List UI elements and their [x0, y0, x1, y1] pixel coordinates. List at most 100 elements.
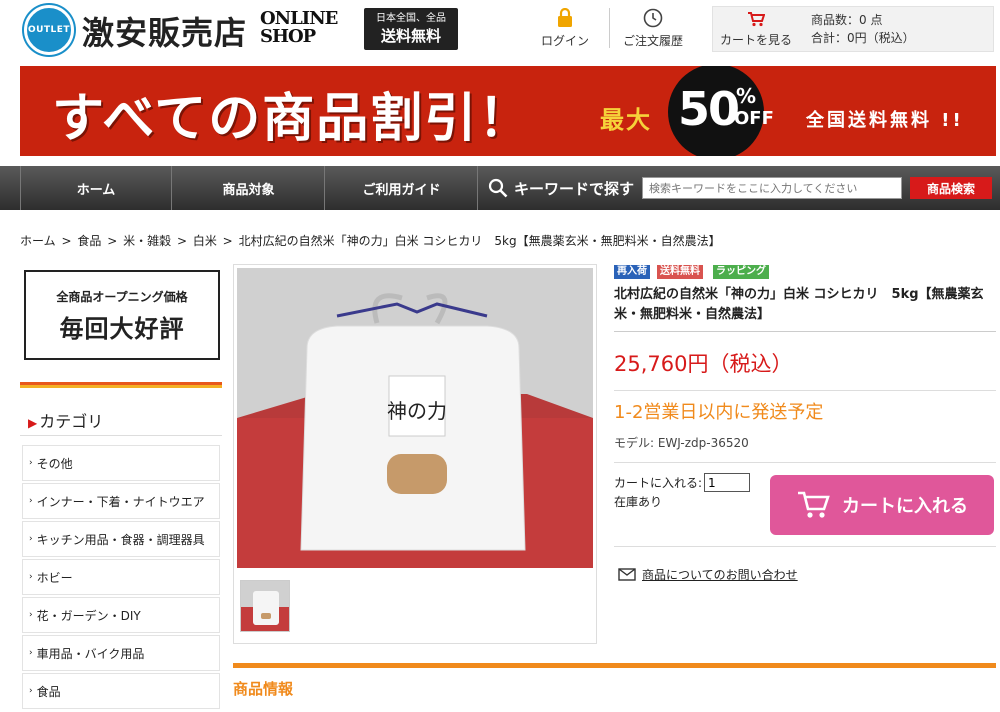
category-divider [20, 435, 222, 436]
free-badge-line1: 日本全国、全品 [376, 13, 446, 24]
breadcrumb-grains[interactable]: 米・雑穀 [123, 234, 171, 248]
banner-fifty: 50 [678, 82, 740, 136]
free-badge-line2: 送料無料 [380, 27, 441, 45]
banner-discount-circle: 50 % OFF [668, 66, 774, 156]
nav-products[interactable]: 商品対象 [173, 166, 325, 210]
product-main-image[interactable]: 神の力 [237, 268, 593, 568]
chevron-right-icon: › [29, 648, 33, 658]
shipping-estimate: 1-2営業日以内に発送予定 [614, 402, 824, 423]
badge-wrapping: ラッピング [713, 265, 769, 279]
triangle-right-icon: ▶ [28, 416, 38, 430]
price-divider [614, 390, 996, 391]
breadcrumb-sep: > [61, 234, 72, 248]
logo-online-shop: ONLINE SHOP [260, 10, 338, 47]
keyword-label: キーワードで探す [514, 179, 635, 198]
promo-line1: 全商品オープニング価格 [56, 290, 188, 304]
logo-shop-text: SHOP [260, 26, 316, 47]
info-section-bar [233, 663, 996, 668]
badge-free-shipping: 送料無料 [657, 265, 703, 279]
search-input[interactable] [642, 177, 902, 199]
chevron-right-icon: › [29, 686, 33, 696]
category-label: インナー・下着・ナイトウエア [36, 494, 205, 509]
category-label: 食品 [36, 684, 61, 699]
search-icon [488, 178, 508, 198]
clock-icon [610, 6, 696, 30]
cart-icon [713, 7, 799, 31]
breadcrumb: ホーム > 食品 > 米・雑穀 > 白米 > 北村広紀の自然米「神の力」白米 コ… [20, 232, 723, 249]
cart-info: 商品数：0 点 合計：0円（税込） [811, 11, 915, 47]
sale-banner[interactable]: すべての商品割引！ 最大 50 % OFF 全国送料無料 !! [20, 66, 996, 156]
free-shipping-badge: 日本全国、全品 送料無料 [364, 8, 458, 50]
lock-icon [522, 6, 608, 30]
cart-count: 商品数：0 点 [811, 13, 883, 27]
logo-circle-text: OUTLET [27, 25, 71, 35]
category-label: その他 [36, 456, 73, 471]
chevron-right-icon: › [29, 610, 33, 620]
cart-summary: カートを見る 商品数：0 点 合計：0円（税込） [712, 6, 994, 52]
breadcrumb-food[interactable]: 食品 [77, 234, 101, 248]
product-title: 北村広紀の自然米「神の力」白米 コシヒカリ 5kg【無農薬玄米・無肥料米・自然農… [614, 287, 984, 322]
quantity-input[interactable] [704, 473, 750, 492]
banner-off: OFF [734, 108, 774, 129]
view-cart-button[interactable]: カートを見る [713, 7, 799, 51]
category-label: 車用品・バイク用品 [36, 646, 145, 661]
category-heading: ▶ カテゴリ [28, 408, 103, 432]
model-divider [614, 462, 996, 463]
chevron-right-icon: › [29, 572, 33, 582]
nav-home[interactable]: ホーム [20, 166, 172, 210]
breadcrumb-sep: > [222, 234, 233, 248]
breadcrumb-sep: > [176, 234, 187, 248]
breadcrumb-current: 北村広紀の自然米「神の力」白米 コシヒカリ 5kg【無農薬玄米・無肥料米・自然農… [238, 234, 721, 248]
shop-name[interactable]: 激安販売店 [82, 8, 247, 54]
badge-restock: 再入荷 [614, 265, 650, 279]
product-inquiry-link[interactable]: 商品についてのお問い合わせ [618, 566, 798, 583]
login-label: ログイン [540, 34, 589, 48]
category-title: カテゴリ [39, 412, 104, 431]
order-history-button[interactable]: ご注文履歴 [610, 6, 696, 52]
product-price: 25,760円（税込） [614, 352, 793, 376]
cart-total: 合計：0円（税込） [811, 31, 915, 45]
title-divider [614, 331, 996, 332]
outlet-logo[interactable]: OUTLET [24, 5, 74, 55]
stock-status: 在庫あり [614, 495, 663, 509]
breadcrumb-sep: > [107, 234, 118, 248]
keyword-search-label: キーワードで探す [478, 166, 638, 210]
category-label: 花・ガーデン・DIY [36, 608, 141, 623]
chevron-right-icon: › [29, 496, 33, 506]
product-thumbnail[interactable] [240, 580, 290, 632]
opening-price-promo[interactable]: 全商品オープニング価格 毎回大好評 [24, 270, 220, 360]
inquiry-label: 商品についてのお問い合わせ [642, 568, 798, 582]
product-model: モデル: EWJ-zdp-36520 [614, 436, 749, 450]
order-history-label: ご注文履歴 [622, 34, 683, 48]
chevron-right-icon: › [29, 458, 33, 468]
info-section-title: 商品情報 [233, 680, 294, 698]
quantity-label: カートに入れる: [614, 476, 703, 490]
breadcrumb-home[interactable]: ホーム [20, 234, 56, 248]
envelope-icon [618, 568, 636, 581]
category-item[interactable]: › 花・ガーデン・DIY [22, 597, 220, 633]
cart-icon [798, 491, 830, 518]
banner-percent: % [736, 84, 757, 108]
nav-guide[interactable]: ご利用ガイド [326, 166, 478, 210]
category-item[interactable]: › 車用品・バイク用品 [22, 635, 220, 671]
banner-free-shipping: 全国送料無料 !! [806, 110, 964, 131]
login-button[interactable]: ログイン [522, 6, 608, 52]
category-item[interactable]: › ホビー [22, 559, 220, 595]
banner-headline: すべての商品割引！ [52, 89, 533, 149]
add-to-cart-button[interactable]: カートに入れる [770, 475, 994, 535]
breadcrumb-white-rice[interactable]: 白米 [193, 234, 217, 248]
category-label: キッチン用品・食器・調理器具 [36, 532, 205, 547]
sidebar-accent-bar [20, 382, 222, 388]
category-item[interactable]: › その他 [22, 445, 220, 481]
category-item[interactable]: › 食品 [22, 673, 220, 709]
category-item[interactable]: › キッチン用品・食器・調理器具 [22, 521, 220, 557]
view-cart-label: カートを見る [719, 33, 792, 47]
search-button[interactable]: 商品検索 [910, 177, 992, 199]
category-item[interactable]: › インナー・下着・ナイトウエア [22, 483, 220, 519]
chevron-right-icon: › [29, 534, 33, 544]
promo-line2: 毎回大好評 [59, 315, 185, 343]
category-label: ホビー [36, 570, 73, 585]
cart-divider [614, 546, 996, 547]
bag-label-text: 神の力 [387, 399, 447, 423]
add-to-cart-label: カートに入れる [842, 496, 968, 517]
